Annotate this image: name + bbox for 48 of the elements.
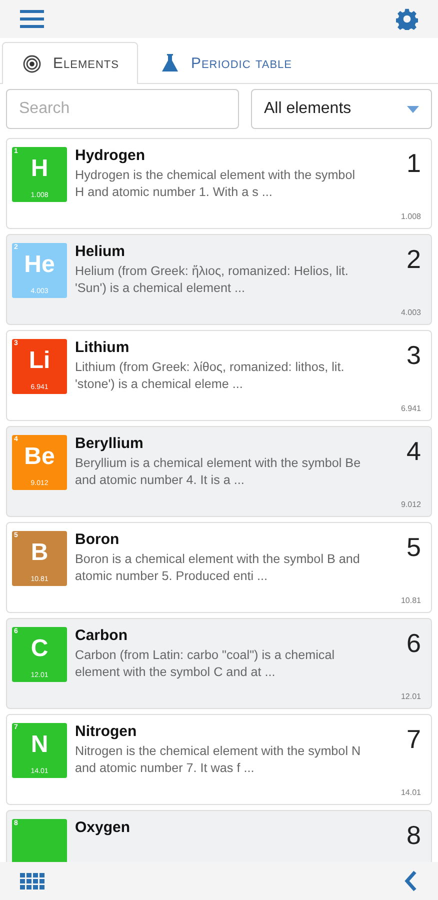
- element-symbol: N: [30, 732, 48, 758]
- menu-icon[interactable]: [20, 9, 44, 29]
- element-description: Lithium (from Greek: λίθος, romanized: lithos, lit. 'stone') is a chemical eleme ...: [75, 359, 346, 393]
- tab[interactable]: Periodic table: [140, 42, 312, 83]
- element-symbol: Li: [28, 348, 50, 374]
- atomic-mass: 12.01: [400, 692, 421, 701]
- tab[interactable]: Elements: [2, 42, 138, 84]
- caret-icon: [407, 106, 419, 112]
- element-symbol: H: [30, 156, 48, 182]
- element-name: Carbon: [75, 627, 128, 644]
- element-symbol: He: [24, 252, 55, 278]
- element-description: Helium (from Greek: ἥλιος, romanized: Helios, lit. 'Sun') is a chemical element ...: [75, 263, 350, 297]
- element-name: Oxygen: [75, 819, 132, 836]
- atomic-mass: 4.003: [400, 308, 421, 317]
- element-name: Hydrogen: [75, 147, 146, 164]
- element-description: Boron is a chemical element with the symbol B and atomic number 5. Produced enti ...: [75, 551, 361, 585]
- search-field[interactable]: Search: [6, 89, 239, 129]
- element-name: Lithium: [75, 339, 130, 356]
- element-description: Hydrogen is the chemical element with the symbol H and atomic number 1. With a s ...: [75, 167, 356, 201]
- element-symbol: B: [30, 540, 48, 566]
- atomic-mass: 14.01: [400, 788, 421, 797]
- atomic-mass: 9.012: [400, 500, 421, 509]
- atomic-number: 8: [406, 822, 421, 848]
- atomic-number: 3: [406, 342, 421, 368]
- atomic-number: 7: [406, 726, 421, 752]
- element-description: Beryllium is a chemical element with the symbol Be and atomic number 4. It is a ...: [75, 455, 362, 489]
- atomic-mass: 10.81: [400, 596, 421, 605]
- element-name: Boron: [75, 531, 120, 548]
- back-icon[interactable]: [404, 870, 418, 892]
- target-icon: [23, 54, 41, 72]
- flask-icon: [160, 53, 179, 73]
- filter-dropdown[interactable]: All elements: [251, 89, 432, 129]
- element-symbol: C: [30, 636, 48, 662]
- atomic-number: 2: [406, 246, 421, 272]
- atomic-number: 5: [406, 534, 421, 560]
- atomic-mass: 6.941: [400, 404, 421, 413]
- element-description: Nitrogen is the chemical element with the symbol N and atomic number 7. It was f ...: [75, 743, 362, 777]
- atomic-number: 6: [406, 630, 421, 656]
- grid-icon[interactable]: [20, 872, 45, 890]
- element-name: Helium: [75, 243, 126, 260]
- atomic-mass: 1.008: [400, 212, 421, 221]
- element-description: Carbon (from Latin: carbo "coal") is a chemical element with the symbol C and at ...: [75, 647, 336, 681]
- element-name: Nitrogen: [75, 723, 138, 740]
- settings-icon[interactable]: [396, 8, 418, 30]
- atomic-number: 1: [406, 150, 421, 176]
- atomic-number: 4: [406, 438, 421, 464]
- element-name: Beryllium: [75, 435, 144, 452]
- element-symbol: Be: [24, 444, 55, 470]
